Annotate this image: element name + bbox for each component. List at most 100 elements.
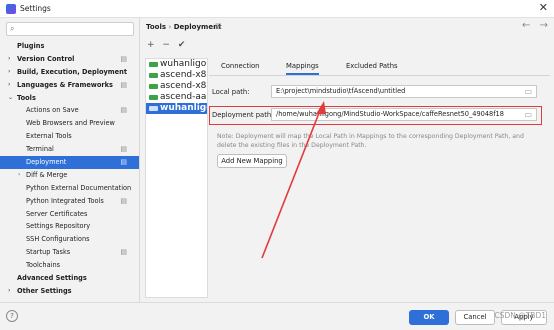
tree-item[interactable]: SSH Configurations: [0, 233, 139, 246]
tree-item[interactable]: Startup Tasks ▤: [0, 246, 139, 259]
server-item-label: wuhanligo: [160, 59, 207, 69]
tree-item-label: Server Certificates: [26, 209, 88, 218]
server-item-label: ascend-aa: [160, 92, 207, 102]
chevron-right-icon[interactable]: ›: [18, 169, 20, 182]
tree-item-label: Languages & Frameworks: [17, 80, 113, 89]
server-item-label: ascend-x8: [160, 70, 207, 80]
server-item-label: ascend-x8: [160, 81, 207, 91]
nav-arrows: ← →: [516, 20, 548, 31]
tree-item[interactable]: Advanced Settings: [0, 272, 139, 285]
folder-icon[interactable]: ▭: [524, 86, 532, 97]
tree-item-label: External Tools: [26, 132, 72, 141]
tree-item-label: Diff & Merge: [26, 170, 68, 179]
tree-item[interactable]: ⌄ Tools: [0, 92, 139, 105]
server-toolbar: + − ✔: [147, 40, 190, 50]
tree-item[interactable]: Server Certificates: [0, 208, 139, 221]
local-path-field[interactable]: E:\project\mindstudio\tfAscend\untitled …: [271, 85, 537, 98]
tree-item-label: Actions on Save: [26, 106, 79, 115]
tree-item[interactable]: Plugins: [0, 40, 139, 53]
tree-item-label: Python External Documentation: [26, 183, 132, 192]
tree-item[interactable]: Actions on Save ▤: [0, 104, 139, 117]
sftp-server-icon: [149, 95, 158, 100]
server-list: wuhanligo ascend-x8 ascend-x8 ascend-aa wuha…: [145, 58, 208, 298]
chevron-right-icon[interactable]: ›: [8, 66, 10, 79]
local-path-value: E:\project\mindstudio\tfAscend\untitled: [276, 87, 406, 95]
deployment-path-label: Deployment path:: [212, 111, 274, 119]
tree-item[interactable]: › Diff & Merge: [0, 169, 139, 182]
cancel-button[interactable]: Cancel: [455, 310, 495, 325]
local-path-label: Local path:: [212, 88, 250, 96]
tree-item[interactable]: › Build, Execution, Deployment: [0, 66, 139, 79]
window-title: Settings: [20, 4, 51, 13]
deployment-path-value: /home/wuhanligong/MindStudio-WorkSpace/c…: [276, 110, 504, 118]
project-scope-icon: ▤: [120, 80, 127, 89]
server-item[interactable]: ascend-x8: [146, 81, 207, 92]
note-label: Note:: [217, 133, 234, 140]
tree-item[interactable]: Settings Repository: [0, 220, 139, 233]
tree-item-label: Startup Tasks: [26, 248, 71, 257]
chevron-right-icon[interactable]: ›: [8, 53, 10, 66]
sftp-server-icon: [149, 73, 158, 78]
ok-button[interactable]: OK: [409, 310, 449, 325]
remove-icon[interactable]: −: [162, 40, 170, 50]
note-text: Deployment will map the Local Path in Ma…: [217, 133, 524, 149]
forward-arrow-icon[interactable]: →: [540, 20, 548, 31]
server-item[interactable]: ascend-x8: [146, 70, 207, 81]
tab-divider: [209, 75, 550, 76]
dialog-footer: ? OK Cancel Apply CSDN @TBD1: [0, 302, 554, 330]
breadcrumb: Tools › Deployment: [146, 23, 221, 31]
chevron-right-icon[interactable]: ›: [8, 285, 10, 298]
server-item[interactable]: ascend-aa: [146, 92, 207, 103]
deployment-path-field[interactable]: /home/wuhanligong/MindStudio-WorkSpace/c…: [271, 108, 537, 121]
tab-bar: Connection Mappings Excluded Paths: [209, 58, 550, 76]
sftp-server-icon: [149, 62, 158, 67]
project-scope-icon: ▤: [120, 158, 127, 167]
close-icon[interactable]: ✕: [539, 1, 548, 14]
tree-item-label: Advanced Settings: [17, 274, 87, 283]
tree-item[interactable]: Terminal ▤: [0, 143, 139, 156]
server-item[interactable]: wuhanligo: [146, 59, 207, 70]
tree-item[interactable]: › Other Settings: [0, 285, 139, 298]
tree-item[interactable]: Toolchains: [0, 259, 139, 272]
chevron-down-icon[interactable]: ⌄: [8, 92, 13, 105]
add-icon[interactable]: +: [147, 40, 155, 50]
settings-sidebar: ⌕ Plugins › Version Control ▤ › Build, Execut…: [0, 18, 140, 302]
project-scope-icon: ▤: [120, 106, 127, 115]
project-scope-icon: ▤: [120, 54, 127, 63]
tree-item-label: Other Settings: [17, 286, 72, 295]
tree-item[interactable]: Python External Documentation: [0, 182, 139, 195]
tree-item-label: Build, Execution, Deployment: [17, 67, 127, 76]
tree-item-label: Version Control: [17, 54, 75, 63]
tree-item[interactable]: › Languages & Frameworks ▤: [0, 79, 139, 92]
breadcrumb-parent: Tools: [146, 23, 167, 31]
server-item-label: wuhanligo: [160, 103, 208, 113]
add-new-mapping-button[interactable]: Add New Mapping: [217, 154, 287, 168]
tree-item[interactable]: Deployment ▤: [0, 156, 139, 169]
help-icon[interactable]: ?: [6, 310, 18, 322]
project-scope-icon: ▤: [120, 196, 127, 205]
project-scope-icon: ▤: [215, 22, 222, 30]
breadcrumb-separator: ›: [168, 23, 172, 31]
tab-mappings[interactable]: Mappings: [286, 62, 319, 75]
mapping-note: Note: Deployment will map the Local Path…: [217, 132, 537, 150]
tab-excluded-paths[interactable]: Excluded Paths: [346, 62, 398, 70]
tree-item[interactable]: › Version Control ▤: [0, 53, 139, 66]
tab-connection[interactable]: Connection: [221, 62, 259, 70]
sftp-server-icon: [149, 84, 158, 89]
tree-item[interactable]: External Tools: [0, 130, 139, 143]
server-item[interactable]: wuhanligo: [146, 103, 207, 114]
tree-item[interactable]: Web Browsers and Preview: [0, 117, 139, 130]
search-input[interactable]: ⌕: [6, 22, 134, 36]
check-icon[interactable]: ✔: [178, 40, 186, 50]
tree-item-label: Toolchains: [26, 261, 61, 270]
folder-icon[interactable]: ▭: [524, 109, 532, 120]
tree-item-label: Terminal: [26, 145, 54, 154]
project-scope-icon: ▤: [120, 248, 127, 257]
tree-item[interactable]: Python Integrated Tools ▤: [0, 195, 139, 208]
tree-item-label: SSH Configurations: [26, 235, 90, 244]
title-bar: Settings ✕: [0, 0, 554, 18]
back-arrow-icon[interactable]: ←: [522, 20, 530, 31]
chevron-right-icon[interactable]: ›: [8, 79, 10, 92]
project-scope-icon: ▤: [120, 145, 127, 154]
tree-item-label: Tools: [17, 93, 36, 102]
